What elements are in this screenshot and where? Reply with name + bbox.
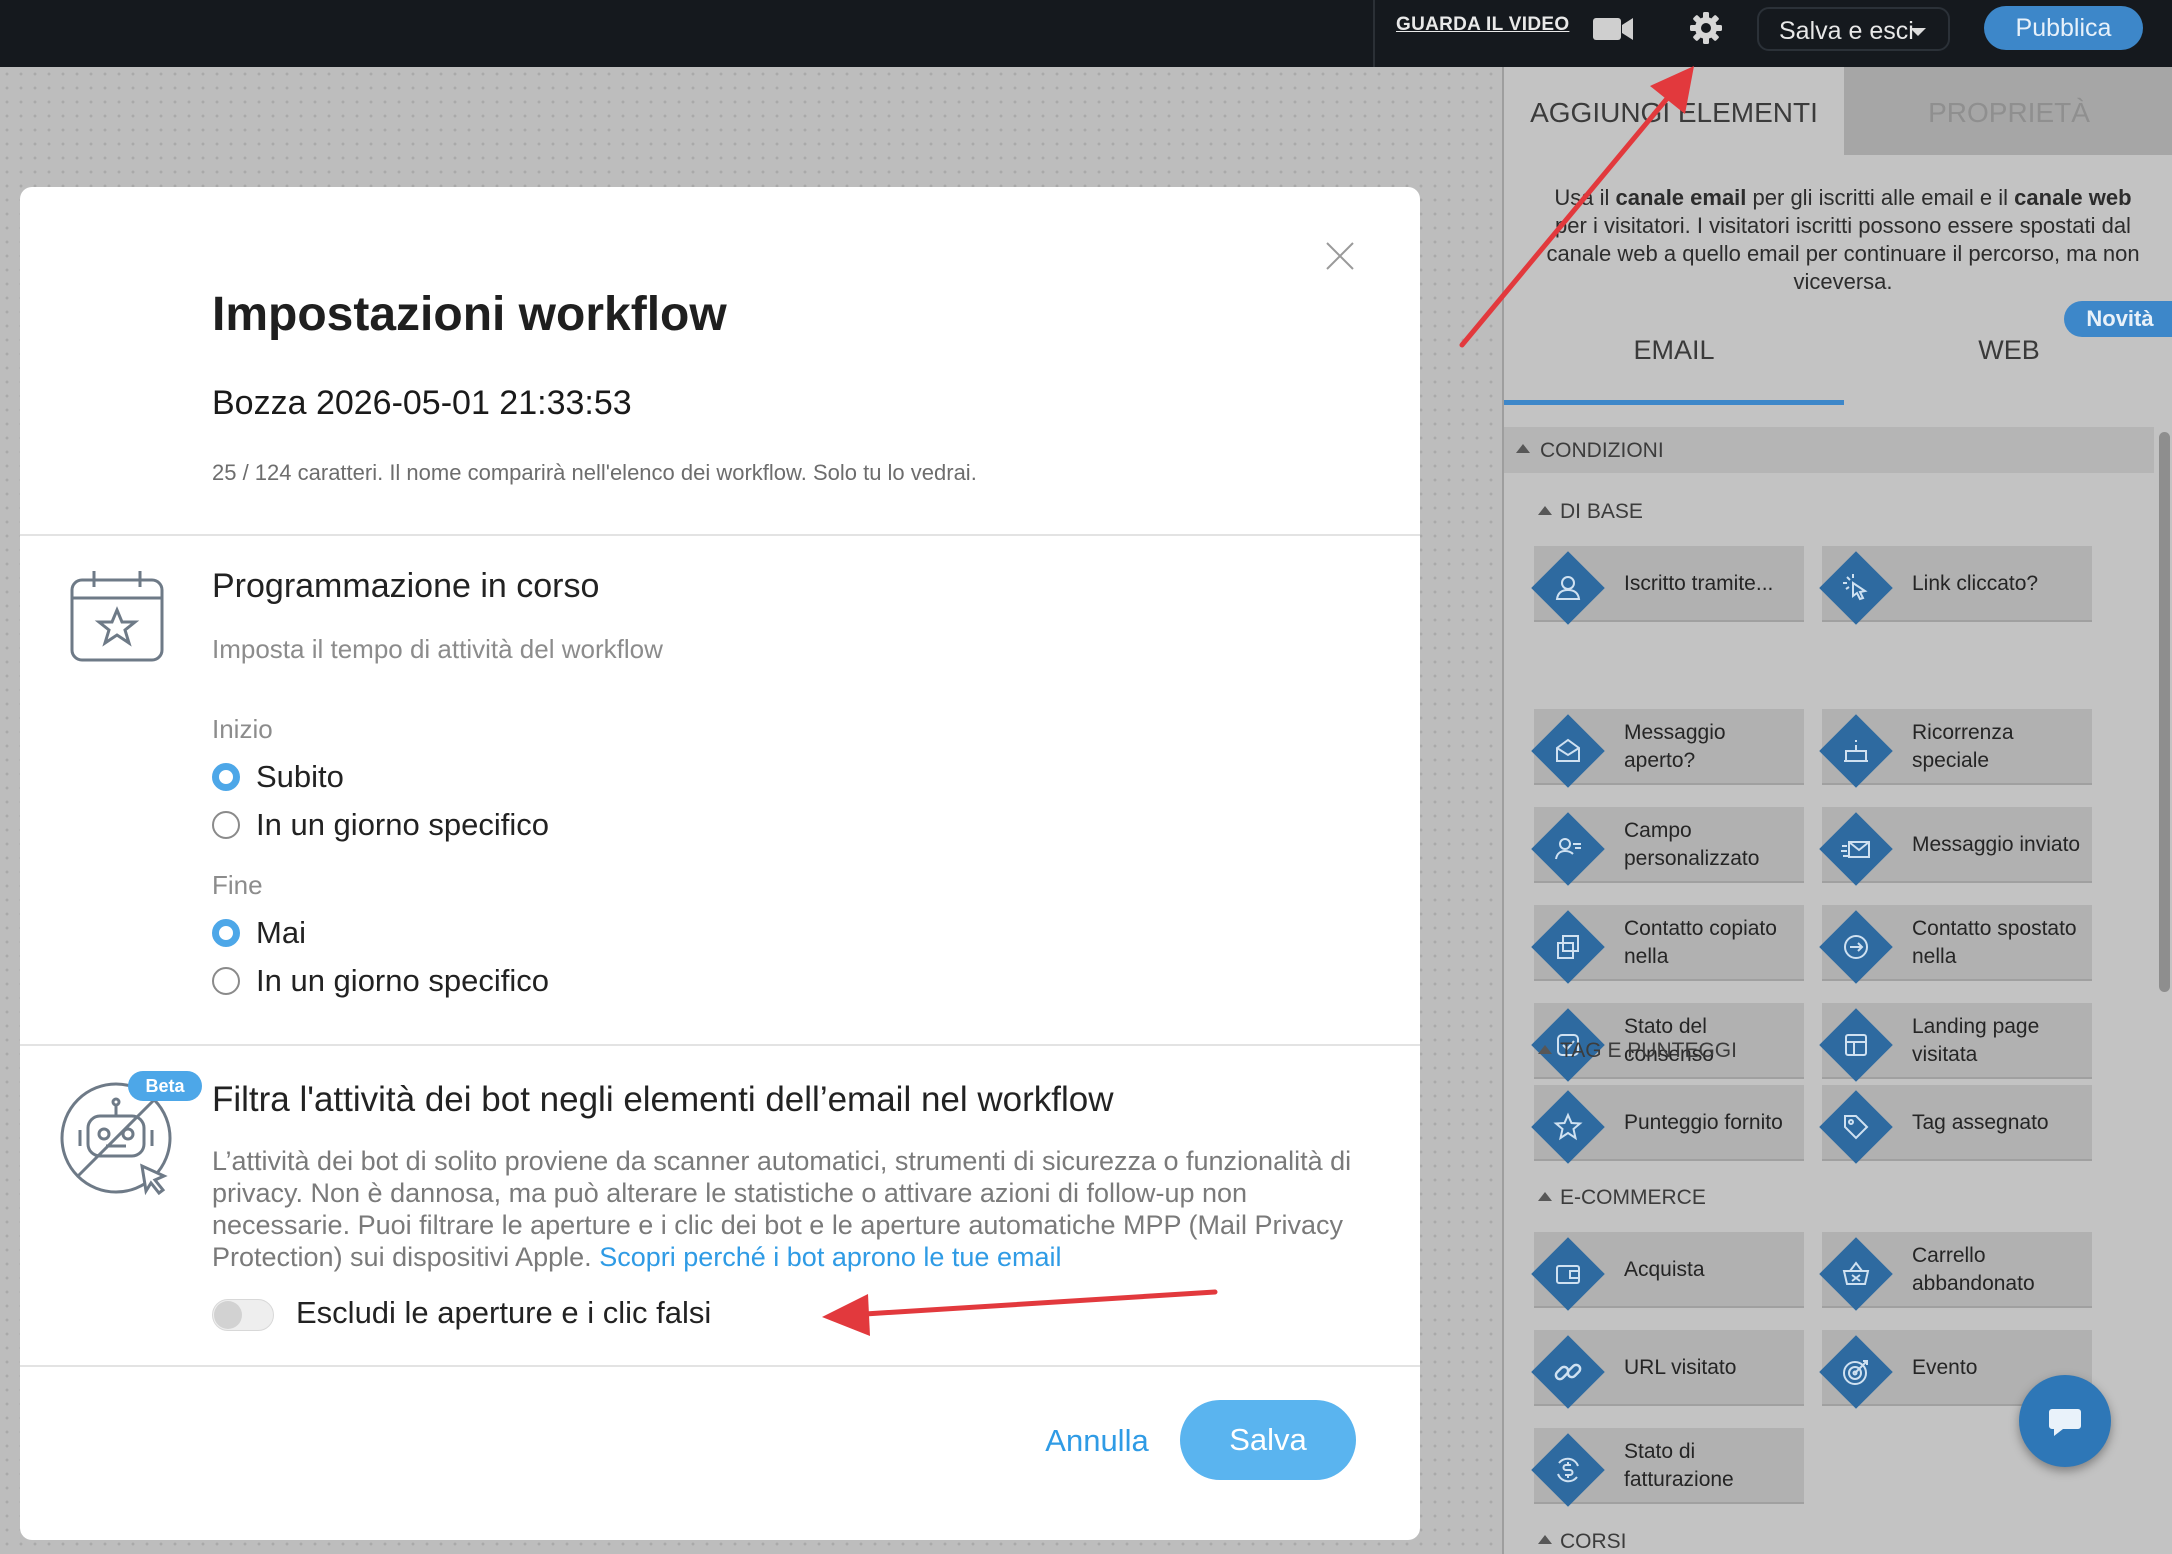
active-channel-indicator bbox=[1504, 400, 1844, 405]
user-icon bbox=[1555, 576, 1581, 600]
video-camera-icon[interactable] bbox=[1592, 15, 1634, 43]
star-icon bbox=[1553, 1112, 1583, 1141]
chat-bubble-icon bbox=[2049, 1409, 2081, 1436]
element-score-given[interactable]: Punteggio fornito bbox=[1531, 1085, 1804, 1164]
elements-panel: AGGIUNGI ELEMENTI PROPRIETÀ Usa il canal… bbox=[1502, 67, 2172, 1554]
name-hint: 25 / 124 caratteri. Il nome comparirà ne… bbox=[212, 460, 977, 485]
group-header-tags[interactable]: TAG E PUNTEGGI bbox=[1560, 1039, 1737, 1063]
section-divider bbox=[20, 534, 1420, 536]
start-now-radio[interactable] bbox=[212, 763, 240, 791]
bot-filter-title: Filtra l'attività dei bot negli elementi… bbox=[212, 1080, 1114, 1119]
target-icon bbox=[1843, 1360, 1868, 1385]
sent-envelope-icon bbox=[1841, 841, 1870, 858]
workflow-name-field[interactable]: Bozza 2026-05-01 21:33:53 bbox=[212, 384, 632, 423]
save-and-exit-label: Salva e esci bbox=[1779, 17, 1914, 45]
channel-tab-email[interactable]: EMAIL bbox=[1504, 335, 1844, 366]
publish-button[interactable]: Pubblica bbox=[1984, 6, 2143, 50]
section-divider bbox=[20, 1365, 1420, 1367]
element-link-clicked[interactable]: Link cliccato? bbox=[1819, 546, 2092, 625]
schedule-subtitle: Imposta il tempo di attività del workflo… bbox=[212, 634, 663, 664]
schedule-title: Programmazione in corso bbox=[212, 567, 600, 605]
end-never-label[interactable]: Mai bbox=[256, 915, 306, 951]
conditions-header[interactable]: CONDIZIONI bbox=[1504, 427, 2154, 473]
element-contact-copied[interactable]: Contatto copiato nella bbox=[1531, 905, 1804, 984]
calendar-star-icon bbox=[70, 571, 164, 662]
new-badge: Novità bbox=[2064, 301, 2172, 337]
workflow-settings-modal: Impostazioni workflow Bozza 2026-05-01 2… bbox=[20, 187, 1420, 1540]
end-label: Fine bbox=[212, 870, 263, 900]
save-and-exit-dropdown[interactable]: Salva e esci bbox=[1757, 7, 1950, 51]
topbar-divider bbox=[1373, 0, 1375, 67]
end-specific-day-label[interactable]: In un giorno specifico bbox=[256, 963, 549, 999]
learn-why-bots-link[interactable]: Scopri perché i bot aprono le tue email bbox=[599, 1242, 1061, 1272]
group-header-courses[interactable]: CORSI bbox=[1560, 1530, 1627, 1554]
collapse-triangle-icon bbox=[1538, 1192, 1552, 1201]
element-landing-page-visited[interactable]: Landing page visitata bbox=[1819, 1003, 2092, 1082]
element-subscribed-via[interactable]: Iscritto tramite... bbox=[1531, 546, 1804, 625]
layout-icon bbox=[1845, 1034, 1867, 1056]
element-contact-moved[interactable]: Contatto spostato nella bbox=[1819, 905, 2092, 984]
open-envelope-icon bbox=[1556, 738, 1580, 762]
caret-down-icon bbox=[1910, 28, 1926, 36]
beta-badge: Beta bbox=[128, 1071, 202, 1101]
group-header-ecommerce[interactable]: E-COMMERCE bbox=[1560, 1186, 1706, 1210]
save-button[interactable]: Salva bbox=[1180, 1400, 1356, 1480]
end-never-radio[interactable] bbox=[212, 919, 240, 947]
element-billing-status[interactable]: Stato di fatturazione bbox=[1531, 1428, 1804, 1507]
element-special-occasion[interactable]: Ricorrenza speciale bbox=[1819, 709, 2092, 788]
panel-scrollbar[interactable] bbox=[2159, 432, 2170, 992]
exclude-bot-activity-label: Escludi le aperture e i clic falsi bbox=[296, 1295, 712, 1330]
chat-button[interactable] bbox=[2019, 1375, 2111, 1467]
channel-intro-text: Usa il canale email per gli iscritti all… bbox=[1546, 185, 2140, 294]
modal-title: Impostazioni workflow bbox=[212, 288, 727, 341]
element-purchase[interactable]: Acquista bbox=[1531, 1232, 1804, 1311]
element-tag-assigned[interactable]: Tag assegnato bbox=[1819, 1085, 2092, 1164]
tab-properties[interactable]: PROPRIETÀ bbox=[1844, 67, 2172, 155]
top-bar: GUARDA IL VIDEO Salva e esci Pubblica bbox=[0, 0, 2172, 67]
link-icon bbox=[1554, 1363, 1582, 1381]
basket-icon bbox=[1842, 1261, 1870, 1285]
channel-tab-web[interactable]: WEB bbox=[1844, 335, 2172, 366]
group-header-base[interactable]: DI BASE bbox=[1560, 500, 1643, 524]
cake-icon bbox=[1844, 740, 1868, 762]
collapse-triangle-icon bbox=[1538, 1045, 1552, 1054]
money-cycle-icon bbox=[1557, 1457, 1579, 1483]
arrow-circle-icon bbox=[1844, 935, 1868, 959]
tag-icon bbox=[1844, 1115, 1869, 1140]
element-message-sent[interactable]: Messaggio inviato bbox=[1819, 807, 2092, 886]
user-field-icon bbox=[1555, 838, 1581, 860]
element-url-visited[interactable]: URL visitato bbox=[1531, 1330, 1804, 1409]
collapse-triangle-icon bbox=[1516, 444, 1530, 453]
close-icon[interactable] bbox=[1325, 241, 1355, 271]
toggle-knob bbox=[214, 1301, 242, 1329]
collapse-triangle-icon bbox=[1538, 1535, 1552, 1544]
end-specific-day-radio[interactable] bbox=[212, 967, 240, 995]
gear-icon[interactable] bbox=[1687, 9, 1725, 47]
start-specific-day-label[interactable]: In un giorno specifico bbox=[256, 807, 549, 843]
exclude-bot-activity-toggle[interactable] bbox=[212, 1299, 274, 1331]
wallet-icon bbox=[1556, 1265, 1580, 1284]
tab-add-elements[interactable]: AGGIUNGI ELEMENTI bbox=[1504, 67, 1844, 155]
start-specific-day-radio[interactable] bbox=[212, 811, 240, 839]
collapse-triangle-icon bbox=[1538, 506, 1552, 515]
start-now-label[interactable]: Subito bbox=[256, 759, 344, 795]
copy-icon bbox=[1557, 935, 1579, 959]
element-custom-field[interactable]: Campo personalizzato bbox=[1531, 807, 1804, 886]
element-message-opened[interactable]: Messaggio aperto? bbox=[1531, 709, 1804, 788]
watch-video-link[interactable]: GUARDA IL VIDEO bbox=[1396, 14, 1569, 36]
element-abandoned-cart[interactable]: Carrello abbandonato bbox=[1819, 1232, 2092, 1311]
cancel-button[interactable]: Annulla bbox=[1027, 1423, 1167, 1459]
start-label: Inizio bbox=[212, 714, 273, 744]
section-divider bbox=[20, 1044, 1420, 1046]
cursor-click-icon bbox=[1843, 574, 1868, 601]
bot-filter-description: L’attività dei bot di solito proviene da… bbox=[212, 1146, 1352, 1272]
